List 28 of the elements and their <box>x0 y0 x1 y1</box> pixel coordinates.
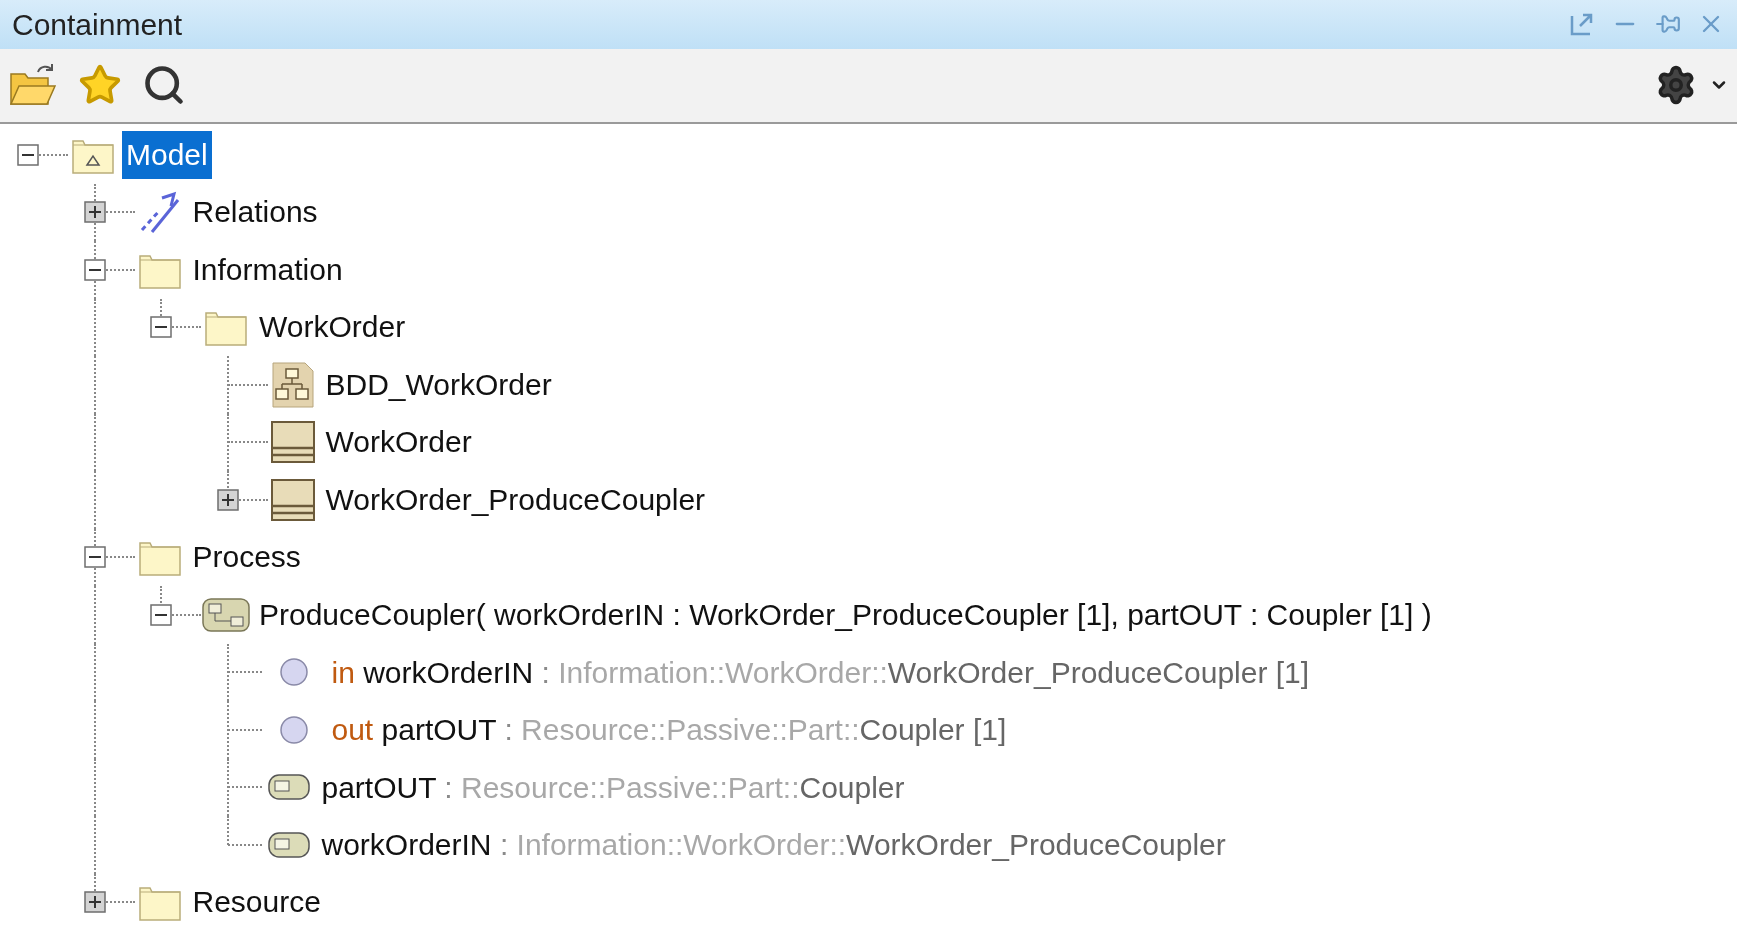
element-label[interactable]: Information <box>188 245 347 294</box>
parameter-icon <box>277 656 310 689</box>
element-label[interactable]: partOUT : Resource::Passive::Part::Coupler <box>317 764 909 810</box>
expand-toggle[interactable] <box>83 201 106 224</box>
diagram-icon <box>270 360 315 409</box>
element-label[interactable]: in workOrderIN : Information::WorkOrder::WorkOrder_ProduceCoupler [1] <box>327 649 1314 695</box>
element-label[interactable]: Relations <box>188 188 322 237</box>
collapse-toggle[interactable] <box>83 546 106 569</box>
element-label[interactable]: WorkOrder_ProduceCoupler <box>321 475 710 524</box>
element-label[interactable]: Process <box>188 533 305 582</box>
element-label[interactable]: Model <box>122 130 212 179</box>
expand-toggle[interactable] <box>83 891 106 914</box>
element-label[interactable]: WorkOrder <box>255 303 410 352</box>
collapse-toggle[interactable] <box>17 143 39 166</box>
expand-toggle[interactable] <box>216 488 239 511</box>
block-icon <box>269 420 316 465</box>
collapse-toggle[interactable] <box>83 258 106 281</box>
collapse-toggle[interactable] <box>150 316 172 339</box>
window-title: Containment <box>12 6 183 43</box>
element-label[interactable]: out partOUT : Resource::Passive::Part::Coupler [1] <box>327 707 1011 753</box>
block-icon <box>269 477 316 522</box>
element-label[interactable]: BDD_WorkOrder <box>321 360 556 409</box>
parameter-icon <box>277 713 310 746</box>
element-label[interactable]: workOrderIN : Information::WorkOrder::WorkOrder_ProduceCoupler <box>317 822 1230 868</box>
element-label[interactable]: ProduceCoupler( workOrderIN : WorkOrder_ProduceCoupler [1], partOUT : Coupler [1] ) <box>255 590 1436 639</box>
collapse-toggle[interactable] <box>150 603 172 626</box>
element-label[interactable]: Resource <box>188 878 325 927</box>
element-label[interactable]: WorkOrder <box>321 418 476 467</box>
